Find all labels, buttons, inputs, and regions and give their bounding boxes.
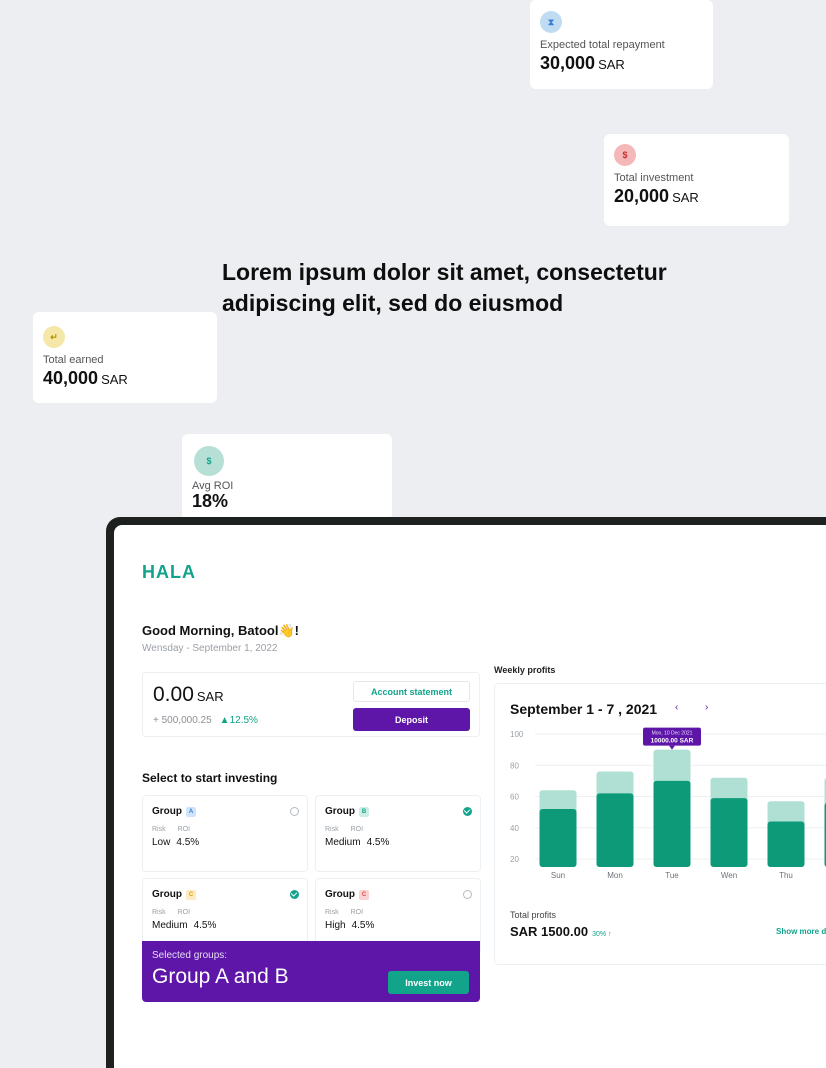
hourglass-icon: ⧗ — [540, 11, 562, 33]
weekly-profits-chart: 10080604020SunMonTueWenThuFriMon, 10 Dec… — [510, 727, 826, 880]
stat-value: 18% — [192, 491, 229, 511]
selected-groups-value: Group A and B — [152, 965, 289, 988]
total-profits-label: Total profits — [510, 910, 557, 920]
bar-profit — [710, 798, 748, 867]
dollar-icon: $ — [194, 446, 224, 476]
account-statement-button[interactable]: Account statement — [353, 681, 470, 702]
stat-label: Total earned — [43, 354, 104, 366]
group-values: Medium 4.5% — [325, 837, 390, 848]
date-range: September 1 - 7 , 2021 — [510, 701, 658, 717]
y-tick-label: 20 — [510, 855, 519, 864]
show-more-link[interactable]: Show more details — [776, 927, 826, 936]
check-circle-icon[interactable] — [463, 807, 472, 816]
group-name: Group B — [325, 806, 369, 817]
bar-profit — [653, 780, 691, 867]
bar-profit — [596, 793, 634, 867]
app-logo: HALA — [142, 562, 196, 582]
group-name: Group C — [325, 889, 369, 900]
stat-value: 40,000 SAR — [43, 368, 128, 388]
stat-value: 30,000 SAR — [540, 53, 625, 73]
greeting: Good Morning, Batool👋! — [142, 623, 299, 638]
stat-label: Total investment — [614, 172, 694, 184]
weekly-profits-title: Weekly profits — [494, 665, 556, 675]
x-tick-label: Thu — [779, 871, 793, 880]
x-tick-label: Wen — [721, 871, 737, 880]
stat-card-roi: $ Avg ROI 18% — [182, 434, 392, 520]
selected-groups-label: Selected groups: — [152, 950, 228, 961]
invest-now-button[interactable]: Invest now — [388, 971, 469, 994]
stat-card-investment: $ Total investment 20,000 SAR — [604, 134, 789, 226]
tooltip-date: Mon, 10 Dec 2021 — [652, 731, 693, 737]
stat-card-earned: ↵ Total earned 40,000 SAR — [33, 312, 217, 403]
x-tick-label: Sun — [551, 871, 565, 880]
check-circle-icon[interactable] — [290, 890, 299, 899]
group-sub-labels: Risk ROI — [325, 826, 364, 833]
stat-card-repayment: ⧗ Expected total repayment 30,000 SAR — [530, 0, 713, 89]
group-badge: C — [359, 889, 369, 900]
y-tick-label: 100 — [510, 730, 524, 739]
x-tick-label: Tue — [665, 871, 679, 880]
group-name: Group C — [152, 889, 196, 900]
total-profits-value: SAR 1500.00 30% ↑ — [510, 924, 612, 939]
current-date: Wensday - September 1, 2022 — [142, 643, 278, 654]
x-tick-label: Mon — [607, 871, 623, 880]
group-values: Medium 4.5% — [152, 920, 217, 931]
bar-profit — [767, 821, 805, 867]
y-tick-label: 80 — [510, 761, 519, 770]
group-sub-labels: Risk ROI — [152, 909, 191, 916]
selected-groups-bar: Selected groups: Group A and B Invest no… — [142, 941, 480, 1002]
group-sub-labels: Risk ROI — [152, 826, 191, 833]
device-frame: HALA Good Morning, Batool👋! Wensday - Se… — [106, 517, 826, 1068]
group-badge: B — [359, 806, 369, 817]
balance-amount: 0.00 SAR — [153, 683, 224, 706]
next-week-button[interactable]: › — [705, 702, 708, 713]
group-card[interactable]: Group B Risk ROI Medium 4.5% — [315, 795, 481, 872]
bar-profit — [539, 809, 577, 867]
group-badge: C — [186, 889, 196, 900]
dollar-icon: $ — [614, 144, 636, 166]
total-profits-change: 30% ↑ — [592, 931, 612, 938]
tooltip-value: 10000.00 SAR — [651, 738, 694, 745]
empty-circle-icon[interactable] — [463, 890, 472, 899]
y-tick-label: 60 — [510, 793, 519, 802]
group-badge: A — [186, 806, 196, 817]
stat-label: Expected total repayment — [540, 39, 665, 51]
tooltip-pointer — [669, 745, 675, 750]
app-screen: HALA Good Morning, Batool👋! Wensday - Se… — [114, 525, 826, 1068]
group-values: High 4.5% — [325, 920, 375, 931]
headline: Lorem ipsum dolor sit amet, consectetur … — [222, 259, 667, 316]
weekly-profits-card: September 1 - 7 , 2021 ‹ › 100 80 60 40 20 Su… — [494, 683, 826, 965]
balance-sub: + 500,000.25 ▲12.5% — [153, 715, 258, 726]
stat-value: 20,000 SAR — [614, 186, 699, 206]
empty-circle-icon[interactable] — [290, 807, 299, 816]
group-card[interactable]: Group A Risk ROI Low 4.5% — [142, 795, 308, 872]
group-sub-labels: Risk ROI — [325, 909, 364, 916]
group-values: Low 4.5% — [152, 837, 200, 848]
return-icon: ↵ — [43, 326, 65, 348]
y-tick-label: 40 — [510, 824, 519, 833]
balance-change: ▲12.5% — [219, 715, 258, 726]
prev-week-button[interactable]: ‹ — [675, 702, 678, 713]
balance-card: 0.00 SAR + 500,000.25 ▲12.5% Account state… — [142, 672, 480, 737]
group-name: Group A — [152, 806, 196, 817]
invest-section-title: Select to start investing — [142, 771, 278, 785]
deposit-button[interactable]: Deposit — [353, 708, 470, 731]
